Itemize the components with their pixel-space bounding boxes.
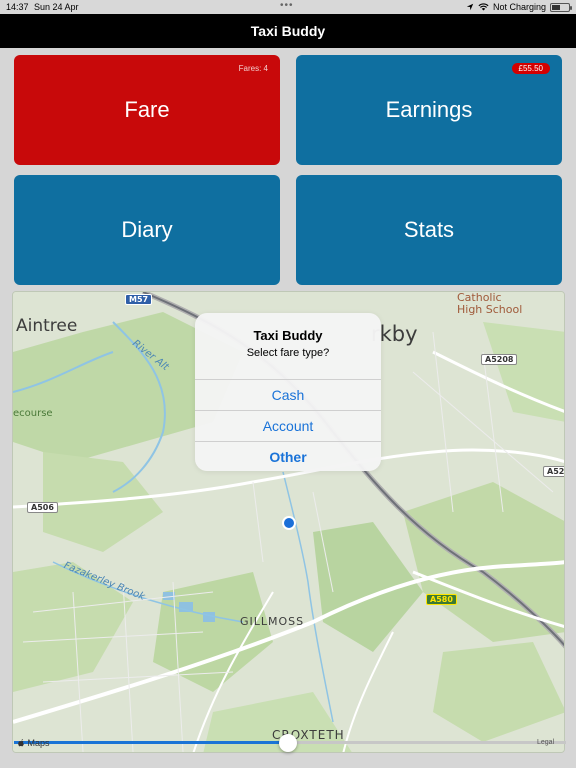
slider-fill xyxy=(14,741,288,744)
other-button[interactable]: Other xyxy=(195,441,381,471)
multitasking-dots-icon[interactable]: ••• xyxy=(280,0,294,11)
fares-count-badge: Fares: 4 xyxy=(238,64,268,73)
maps-attribution[interactable]: Maps xyxy=(18,738,50,748)
status-date: Sun 24 Apr xyxy=(34,2,79,12)
status-right: Not Charging xyxy=(466,2,572,12)
place-racecourse: ecourse xyxy=(13,408,53,419)
alert-title: Taxi Buddy xyxy=(253,328,323,343)
road-a5208-shield: A5208 xyxy=(481,354,518,365)
maps-label: Maps xyxy=(27,738,50,748)
road-a506-shield: A506 xyxy=(27,502,58,513)
place-school: Catholic High School xyxy=(457,291,523,316)
apple-logo-icon xyxy=(18,739,24,747)
location-arrow-icon xyxy=(466,3,474,11)
cash-button[interactable]: Cash xyxy=(195,379,381,409)
fare-button[interactable]: Fare Fares: 4 xyxy=(14,55,280,165)
road-a580-shield: A580 xyxy=(426,594,457,605)
status-bar: 14:37 Sun 24 Apr ••• Not Charging xyxy=(0,0,576,14)
location-dot-icon xyxy=(282,516,296,530)
stats-label: Stats xyxy=(403,217,455,242)
diary-label: Diary xyxy=(121,217,173,242)
place-aintree: Aintree xyxy=(16,316,78,336)
earnings-button[interactable]: Earnings £55.50 xyxy=(296,55,562,165)
fare-type-alert: Taxi Buddy Select fare type? Cash Accoun… xyxy=(195,313,381,471)
alert-message: Select fare type? xyxy=(246,347,330,359)
legal-link[interactable]: Legal xyxy=(537,739,554,746)
fare-label: Fare xyxy=(124,97,170,122)
nav-title: Taxi Buddy xyxy=(0,14,576,48)
charging-status: Not Charging xyxy=(492,2,546,12)
road-a520-shield: A520 xyxy=(543,466,564,477)
road-m57-shield: M57 xyxy=(125,294,153,305)
wifi-icon xyxy=(478,3,489,11)
account-button[interactable]: Account xyxy=(195,410,381,440)
diary-button[interactable]: Diary xyxy=(14,175,280,285)
place-gillmoss: GILLMOSS xyxy=(240,615,305,628)
slider-thumb[interactable] xyxy=(279,734,297,752)
status-time: 14:37 xyxy=(6,2,29,12)
battery-icon xyxy=(550,2,572,12)
earnings-label: Earnings xyxy=(385,97,473,122)
earnings-amount-badge: £55.50 xyxy=(511,63,550,74)
stats-button[interactable]: Stats xyxy=(296,175,562,285)
